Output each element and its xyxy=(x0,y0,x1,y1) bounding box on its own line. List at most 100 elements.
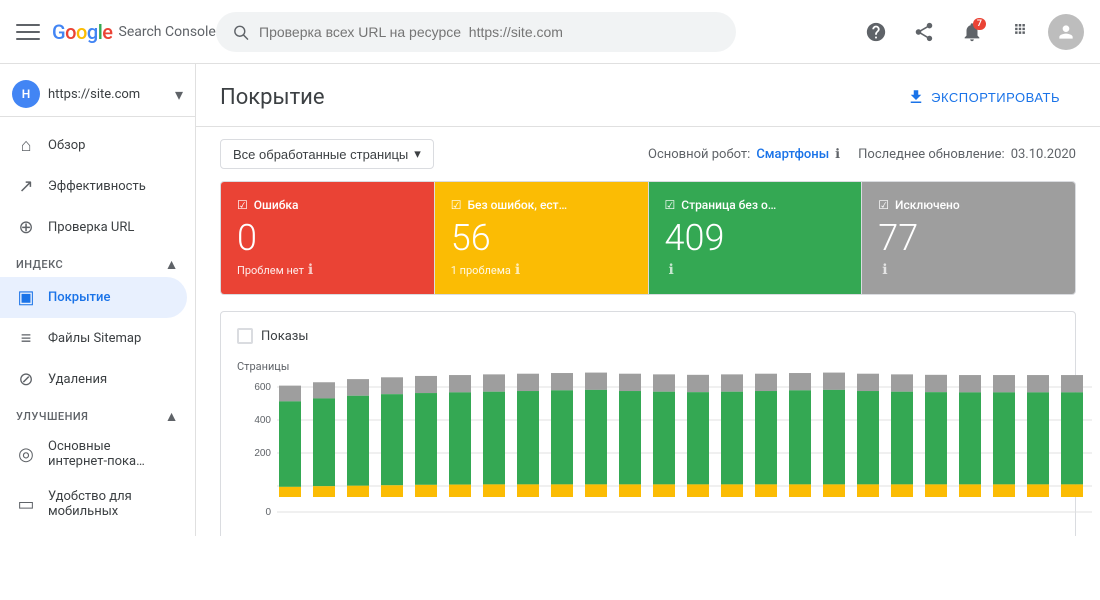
header-actions: 7 xyxy=(856,12,1084,52)
update-prefix: Последнее обновление: xyxy=(858,147,1005,162)
notifications-button[interactable]: 7 xyxy=(952,12,992,52)
download-icon xyxy=(907,88,925,106)
filter-bar: Все обработанные страницы ▾ Основной роб… xyxy=(196,127,1100,181)
sidebar-item-sitemaps[interactable]: ≡ Файлы Sitemap xyxy=(0,318,187,359)
chart-wrapper: Страницы 600 400 200 0 xyxy=(237,360,1059,536)
chevron-down-icon: ▾ xyxy=(175,85,183,104)
sidebar-item-coverage[interactable]: ▣ Покрытие xyxy=(0,277,187,318)
sidebar-item-vitals[interactable]: ◎ Основные интернет-пока… xyxy=(0,429,187,479)
info-icon[interactable]: ℹ xyxy=(835,147,840,162)
trending-icon: ↗ xyxy=(16,176,36,197)
main-header: Покрытие ЭКСПОРТИРОВАТЬ xyxy=(196,64,1100,127)
inspect-icon: ⊕ xyxy=(16,217,36,238)
chart-legend: Показы xyxy=(237,328,1059,344)
google-logo: Google xyxy=(52,20,113,44)
notification-count: 7 xyxy=(973,18,986,30)
sidebar-item-mobile[interactable]: ▭ Удобство для мобильных xyxy=(0,479,187,529)
card-title: Без ошибок, ест… xyxy=(468,198,568,212)
sidebar-item-label: Основные интернет-пока… xyxy=(48,439,171,469)
sidebar-item-overview[interactable]: ⌂ Обзор xyxy=(0,125,187,166)
card-number-valid: 409 xyxy=(665,220,846,256)
card-info-icon[interactable]: ℹ xyxy=(669,262,674,278)
improvements-section-label: Улучшения xyxy=(16,410,88,423)
help-button[interactable] xyxy=(856,12,896,52)
robot-prefix: Основной робот: xyxy=(648,147,750,162)
collapse-icon[interactable]: ▲ xyxy=(165,408,179,425)
chart-bars-svg xyxy=(237,362,1097,536)
card-title: Ошибка xyxy=(254,198,299,212)
mobile-icon: ▭ xyxy=(16,494,36,515)
index-section-header: Индекс ▲ xyxy=(0,248,195,277)
share-button[interactable] xyxy=(904,12,944,52)
header-left: Google Search Console xyxy=(16,20,216,44)
card-header-excluded: ☑ Исключено xyxy=(878,198,1059,212)
sitemap-icon: ≡ xyxy=(16,328,36,349)
home-icon: ⌂ xyxy=(16,135,36,156)
index-section-label: Индекс xyxy=(16,258,63,271)
sidebar-item-label: Удобство для мобильных xyxy=(48,489,171,519)
robot-type: Смартфоны xyxy=(756,147,829,162)
svg-text:0: 0 xyxy=(265,507,271,518)
card-header-valid: ☑ Страница без о… xyxy=(665,198,846,212)
legend-checkbox[interactable] xyxy=(237,328,253,344)
sidebar-item-label: Покрытие xyxy=(48,290,110,305)
site-url: https://site.com xyxy=(48,87,167,102)
filter-button[interactable]: Все обработанные страницы ▾ xyxy=(220,139,434,169)
search-icon xyxy=(232,23,249,41)
card-header-warning: ☑ Без ошибок, ест… xyxy=(451,198,632,212)
update-date: 03.10.2020 xyxy=(1011,147,1076,162)
improvements-section-header: Улучшения ▲ xyxy=(0,400,195,429)
stat-card-warning[interactable]: ☑ Без ошибок, ест… 56 1 проблема ℹ xyxy=(435,182,649,294)
site-avatar: H xyxy=(12,80,40,108)
logo-container: Google Search Console xyxy=(52,20,216,44)
chart-area: Показы Страницы 600 400 200 0 xyxy=(220,311,1076,536)
search-input[interactable] xyxy=(259,24,720,40)
filter-label: Все обработанные страницы xyxy=(233,147,408,162)
svg-text:400: 400 xyxy=(254,415,271,426)
page-title: Покрытие xyxy=(220,85,325,110)
search-bar[interactable] xyxy=(216,12,736,52)
filter-meta: Основной робот: Смартфоны ℹ Последнее об… xyxy=(648,147,1076,162)
check-icon: ☑ xyxy=(665,198,676,212)
check-icon: ☑ xyxy=(451,198,462,212)
removal-icon: ⊘ xyxy=(16,369,36,390)
stat-card-error[interactable]: ☑ Ошибка 0 Проблем нет ℹ xyxy=(221,182,435,294)
check-icon: ☑ xyxy=(878,198,889,212)
card-title: Исключено xyxy=(895,198,960,212)
sidebar-item-removals[interactable]: ⊘ Удаления xyxy=(0,359,187,400)
card-info-icon[interactable]: ℹ xyxy=(308,262,313,278)
card-desc-valid: ℹ xyxy=(665,262,846,278)
sidebar-item-performance[interactable]: ↗ Эффективность xyxy=(0,166,187,207)
sidebar-item-label: Обзор xyxy=(48,138,85,153)
collapse-icon[interactable]: ▲ xyxy=(165,256,179,273)
sidebar-item-label: Проверка URL xyxy=(48,220,134,235)
sidebar-item-label: Эффективность xyxy=(48,179,146,194)
card-desc-warning: 1 проблема ℹ xyxy=(451,262,632,278)
legend-label: Показы xyxy=(261,329,308,344)
card-header-error: ☑ Ошибка xyxy=(237,198,418,212)
card-desc-error: Проблем нет ℹ xyxy=(237,262,418,278)
apps-button[interactable] xyxy=(1000,12,1040,52)
export-button[interactable]: ЭКСПОРТИРОВАТЬ xyxy=(891,80,1076,114)
main-content: Покрытие ЭКСПОРТИРОВАТЬ Все обработанные… xyxy=(196,64,1100,536)
svg-text:600: 600 xyxy=(254,382,271,393)
card-info-icon[interactable]: ℹ xyxy=(515,262,520,278)
header: Google Search Console 7 xyxy=(0,0,1100,64)
card-number-warning: 56 xyxy=(451,220,632,256)
chevron-down-icon: ▾ xyxy=(414,146,421,162)
card-info-icon[interactable]: ℹ xyxy=(882,262,887,278)
menu-icon[interactable] xyxy=(16,20,40,44)
card-number-excluded: 77 xyxy=(878,220,1059,256)
sidebar-item-breadcrumbs[interactable]: ⊙ Строки навигации xyxy=(0,529,187,536)
sidebar-item-label: Файлы Sitemap xyxy=(48,331,141,346)
svg-text:200: 200 xyxy=(254,448,271,459)
avatar[interactable] xyxy=(1048,14,1084,50)
stat-card-excluded[interactable]: ☑ Исключено 77 ℹ xyxy=(862,182,1075,294)
site-selector[interactable]: H https://site.com ▾ xyxy=(0,72,195,117)
sidebar-item-url-inspection[interactable]: ⊕ Проверка URL xyxy=(0,207,187,248)
coverage-icon: ▣ xyxy=(16,287,36,308)
product-name: Search Console xyxy=(119,24,216,40)
stat-card-valid[interactable]: ☑ Страница без о… 409 ℹ xyxy=(649,182,863,294)
vitals-icon: ◎ xyxy=(16,444,36,465)
card-number-error: 0 xyxy=(237,220,418,256)
